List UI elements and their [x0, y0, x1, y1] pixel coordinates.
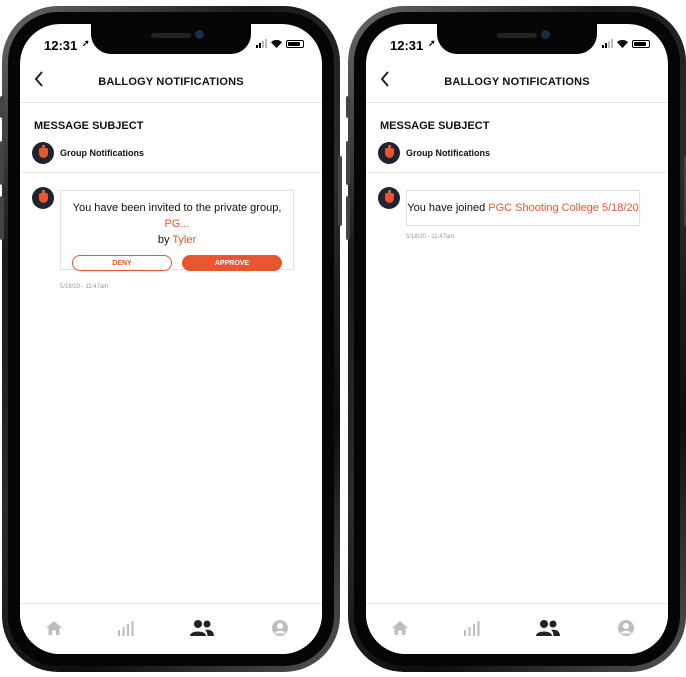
- joined-message-card: You have joined PGC Shooting College 5/1…: [406, 190, 640, 226]
- divider: [20, 172, 322, 173]
- mute-switch: [0, 96, 4, 118]
- wifi-icon: [271, 40, 282, 48]
- deny-button[interactable]: DENY: [72, 255, 172, 271]
- home-icon: [392, 621, 408, 635]
- tab-groups[interactable]: [536, 616, 560, 640]
- flask-icon: [38, 190, 48, 203]
- notch: [91, 24, 251, 54]
- nav-bar: BALLOGY NOTIFICATIONS: [20, 62, 322, 103]
- phone-frame-right: 12:31 ➚ BALLOGY NOTIFICATIONS MESSAGE SU…: [346, 6, 686, 672]
- message-subject-label: MESSAGE SUBJECT: [34, 120, 144, 132]
- signal-icon: [602, 39, 613, 48]
- bezel: 12:31 ➚ BALLOGY NOTIFICATIONS MESSAGE SU…: [354, 12, 680, 666]
- profile-icon: [618, 620, 634, 636]
- groups-icon: [536, 620, 560, 636]
- message-prefix: You have been invited to the private gro…: [72, 202, 282, 214]
- tab-profile[interactable]: [268, 616, 292, 640]
- battery-icon: [286, 40, 304, 48]
- message-timestamp: 5/18/20 - 11:47am: [406, 234, 455, 240]
- nav-bar: BALLOGY NOTIFICATIONS: [366, 62, 668, 103]
- volume-up-button: [0, 141, 4, 185]
- flask-icon: [38, 145, 48, 158]
- joined-message-text: You have joined PGC Shooting College 5/1…: [407, 191, 639, 216]
- approve-button[interactable]: APPROVE: [182, 255, 282, 271]
- message-avatar: [378, 187, 400, 209]
- location-arrow-icon: ➚: [428, 38, 436, 48]
- home-icon: [46, 621, 62, 635]
- group-notifications-label: Group Notifications: [406, 148, 490, 158]
- profile-icon: [272, 620, 288, 636]
- flask-icon: [384, 190, 394, 203]
- signal-icon: [256, 39, 267, 48]
- tab-groups[interactable]: [190, 616, 214, 640]
- wifi-icon: [617, 40, 628, 48]
- page-title: BALLOGY NOTIFICATIONS: [98, 76, 244, 88]
- tab-profile[interactable]: [614, 616, 638, 640]
- message-subject-label: MESSAGE SUBJECT: [380, 120, 490, 132]
- status-time: 12:31: [390, 38, 424, 53]
- divider: [366, 172, 668, 173]
- page-title: BALLOGY NOTIFICATIONS: [444, 76, 590, 88]
- phone-frame-left: 12:31 ➚ BALLOGY NOTIFICATIONS MESSAGE SU…: [0, 6, 342, 672]
- message-timestamp: 5/18/20 - 11:47am: [60, 284, 109, 290]
- tab-home[interactable]: [42, 616, 66, 640]
- group-link[interactable]: PG...: [164, 218, 189, 230]
- message-avatar: [32, 187, 54, 209]
- screen-right: 12:31 ➚ BALLOGY NOTIFICATIONS MESSAGE SU…: [366, 24, 668, 654]
- groups-icon: [190, 620, 214, 636]
- invite-message-card: You have been invited to the private gro…: [60, 190, 294, 271]
- volume-down-button: [0, 196, 4, 240]
- notch: [437, 24, 597, 54]
- tab-stats[interactable]: [114, 616, 138, 640]
- tab-home[interactable]: [388, 616, 412, 640]
- stats-icon: [464, 621, 480, 636]
- group-notifications-row: Group Notifications: [378, 142, 490, 164]
- group-link[interactable]: PGC Shooting College 5/18/20: [488, 202, 638, 214]
- screen-left: 12:31 ➚ BALLOGY NOTIFICATIONS MESSAGE SU…: [20, 24, 322, 654]
- user-link[interactable]: Tyler: [172, 234, 196, 246]
- message-prefix: You have joined: [407, 202, 486, 214]
- tab-bar: [20, 603, 322, 654]
- by-label: by: [157, 234, 170, 246]
- tab-stats[interactable]: [460, 616, 484, 640]
- bezel: 12:31 ➚ BALLOGY NOTIFICATIONS MESSAGE SU…: [8, 12, 334, 666]
- invite-message-text: You have been invited to the private gro…: [61, 191, 293, 248]
- location-arrow-icon: ➚: [82, 38, 90, 48]
- tab-bar: [366, 603, 668, 654]
- group-notifications-row: Group Notifications: [32, 142, 144, 164]
- battery-icon: [632, 40, 650, 48]
- volume-up-button: [346, 141, 350, 185]
- ballogy-avatar: [32, 142, 54, 164]
- mute-switch: [346, 96, 350, 118]
- power-button: [338, 156, 342, 226]
- volume-down-button: [346, 196, 350, 240]
- status-time: 12:31: [44, 38, 78, 53]
- flask-icon: [384, 145, 394, 158]
- stats-icon: [118, 621, 134, 636]
- ballogy-avatar: [378, 142, 400, 164]
- group-notifications-label: Group Notifications: [60, 148, 144, 158]
